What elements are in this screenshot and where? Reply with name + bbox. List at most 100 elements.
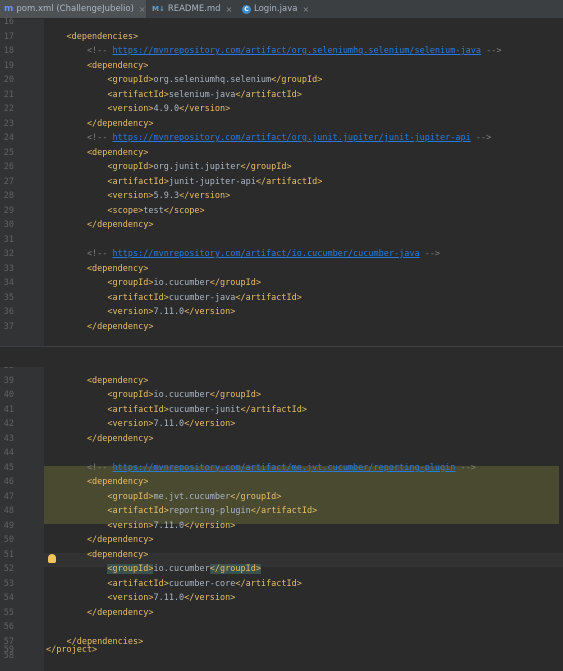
- code-token: io.cucumber: [153, 390, 210, 400]
- line-number: 18: [3, 46, 14, 56]
- code-line[interactable]: 46 <dependency>: [0, 475, 563, 489]
- code-line[interactable]: 25 <dependency>: [0, 146, 563, 160]
- line-number: 50: [3, 535, 14, 545]
- code-line[interactable]: 26 <groupId>org.junit.jupiter</groupId>: [0, 160, 563, 174]
- code-token: </artifactId>: [235, 89, 302, 100]
- code-line[interactable]: 55 </dependency>: [0, 606, 563, 620]
- code-text: <!-- https://mvnrepository.com/artifact/…: [46, 44, 502, 58]
- code-line[interactable]: 59 </project>: [0, 643, 563, 657]
- close-icon[interactable]: ×: [226, 5, 233, 14]
- line-number: 20: [3, 75, 14, 85]
- code-token: </artifactId>: [235, 578, 302, 589]
- code-line[interactable]: 37 </dependency>: [0, 320, 563, 334]
- code-token: <groupId>: [46, 162, 154, 172]
- code-token: -->: [455, 462, 476, 473]
- code-line[interactable]: 51 <dependency>: [0, 548, 563, 562]
- comment-link[interactable]: https://mvnrepository.com/artifact/io.cu…: [113, 249, 420, 259]
- code-token: 7.11.0: [153, 419, 185, 429]
- code-line[interactable]: 35 <artifactId>cucumber-java</artifactId…: [0, 291, 563, 305]
- code-line[interactable]: 54 <version>7.11.0</version>: [0, 591, 563, 605]
- code-line[interactable]: 40 <groupId>io.cucumber</groupId>: [0, 388, 563, 402]
- code-line[interactable]: 18 <!-- https://mvnrepository.com/artifa…: [0, 44, 563, 58]
- code-line[interactable]: 21 <artifactId>selenium-java</artifactId…: [0, 88, 563, 102]
- code-token: </version>: [184, 593, 236, 603]
- code-line[interactable]: 45 <!-- https://mvnrepository.com/artifa…: [0, 461, 563, 475]
- code-line[interactable]: 50 </dependency>: [0, 533, 563, 547]
- intention-bulb-icon[interactable]: [48, 554, 56, 563]
- line-number: 59: [3, 644, 14, 655]
- comment-link[interactable]: https://mvnrepository.com/artifact/org.j…: [113, 133, 471, 143]
- code-token: </artifactId>: [240, 404, 308, 415]
- code-token: <!--: [46, 462, 113, 473]
- line-number: 17: [3, 31, 14, 42]
- code-line[interactable]: 27 <artifactId>junit-jupiter-api</artifa…: [0, 175, 563, 189]
- code-line[interactable]: 44: [0, 446, 563, 460]
- code-line[interactable]: 17 <dependencies>: [0, 30, 563, 44]
- code-text: <version>4.9.0</version>: [46, 102, 230, 116]
- code-line[interactable]: 53 <artifactId>cucumber-core</artifactId…: [0, 577, 563, 591]
- code-line[interactable]: 52 <groupId>io.cucumber</groupId>: [0, 562, 563, 576]
- code-text: </dependency>: [46, 606, 154, 620]
- code-line[interactable]: 30 </dependency>: [0, 218, 563, 232]
- code-text: <dependency>: [46, 146, 148, 160]
- code-text: <version>7.11.0</version>: [46, 305, 235, 319]
- code-line[interactable]: 19 <dependency>: [0, 59, 563, 73]
- code-token: </groupId>: [209, 564, 261, 574]
- code-line[interactable]: 56: [0, 620, 563, 634]
- code-token: <groupId>: [46, 390, 154, 400]
- line-number: 44: [3, 448, 14, 458]
- code-editor[interactable]: 16 17 <dependencies> 18 <!-- https://mvnre…: [0, 17, 563, 671]
- code-token: <scope>: [46, 205, 144, 216]
- code-line[interactable]: 29 <scope>test</scope>: [0, 204, 563, 218]
- code-token: </groupId>: [240, 162, 292, 172]
- code-line[interactable]: 36 <version>7.11.0</version>: [0, 305, 563, 319]
- code-token: <groupId>: [46, 75, 154, 85]
- code-line[interactable]: 39 <dependency>: [0, 374, 563, 388]
- code-text: </dependency>: [46, 432, 154, 446]
- code-token: cucumber-junit: [168, 404, 241, 415]
- code-token: </version>: [184, 307, 236, 317]
- line-number: 31: [3, 234, 14, 245]
- code-token: reporting-plugin: [168, 506, 251, 516]
- code-line[interactable]: 47 <groupId>me.jvt.cucumber</groupId>: [0, 490, 563, 504]
- code-token: org.seleniumhq.selenium: [153, 75, 272, 85]
- code-token: selenium-java: [168, 89, 236, 100]
- comment-link[interactable]: https://mvnrepository.com/artifact/me.jv…: [113, 463, 456, 473]
- code-line[interactable]: 43 </dependency>: [0, 432, 563, 446]
- code-token: <artifactId>: [46, 292, 169, 303]
- code-token: <dependency>: [46, 60, 149, 71]
- comment-link[interactable]: https://mvnrepository.com/artifact/org.s…: [113, 46, 481, 56]
- code-line[interactable]: 49 <version>7.11.0</version>: [0, 519, 563, 533]
- code-line[interactable]: 48 <artifactId>reporting-plugin</artifac…: [0, 504, 563, 518]
- code-line[interactable]: 32 <!-- https://mvnrepository.com/artifa…: [0, 247, 563, 261]
- code-line[interactable]: 31: [0, 233, 563, 247]
- code-token: <version>: [46, 593, 154, 603]
- code-text: <!-- https://mvnrepository.com/artifact/…: [46, 131, 491, 145]
- code-line[interactable]: 16: [0, 15, 563, 29]
- code-text: <dependency>: [46, 262, 148, 276]
- code-line[interactable]: 24 <!-- https://mvnrepository.com/artifa…: [0, 131, 563, 145]
- code-line[interactable]: 34 <groupId>io.cucumber</groupId>: [0, 276, 563, 290]
- code-line[interactable]: 42 <version>7.11.0</version>: [0, 417, 563, 431]
- code-line[interactable]: 23 </dependency>: [0, 117, 563, 131]
- code-token: io.cucumber: [153, 278, 210, 288]
- code-token: </artifactId>: [250, 506, 318, 516]
- code-line[interactable]: 20 <groupId>org.seleniumhq.selenium</gro…: [0, 73, 563, 87]
- code-token: </dependency>: [46, 220, 154, 230]
- code-token: <dependency>: [46, 263, 149, 274]
- line-number: 43: [3, 433, 14, 444]
- code-token: </project>: [46, 644, 98, 655]
- close-icon[interactable]: ×: [139, 5, 146, 14]
- close-icon[interactable]: ×: [302, 5, 309, 14]
- code-token: </scope>: [163, 205, 205, 216]
- code-line[interactable]: 33 <dependency>: [0, 262, 563, 276]
- code-line[interactable]: 41 <artifactId>cucumber-junit</artifactI…: [0, 403, 563, 417]
- code-token: </artifactId>: [235, 292, 302, 303]
- code-line[interactable]: 28 <version>5.9.3</version>: [0, 189, 563, 203]
- line-number: 51: [3, 549, 14, 560]
- line-number: 53: [3, 578, 14, 589]
- code-token: <!--: [46, 133, 113, 143]
- code-token: <version>: [46, 191, 154, 201]
- code-text: <artifactId>cucumber-junit</artifactId>: [46, 403, 307, 417]
- code-line[interactable]: 22 <version>4.9.0</version>: [0, 102, 563, 116]
